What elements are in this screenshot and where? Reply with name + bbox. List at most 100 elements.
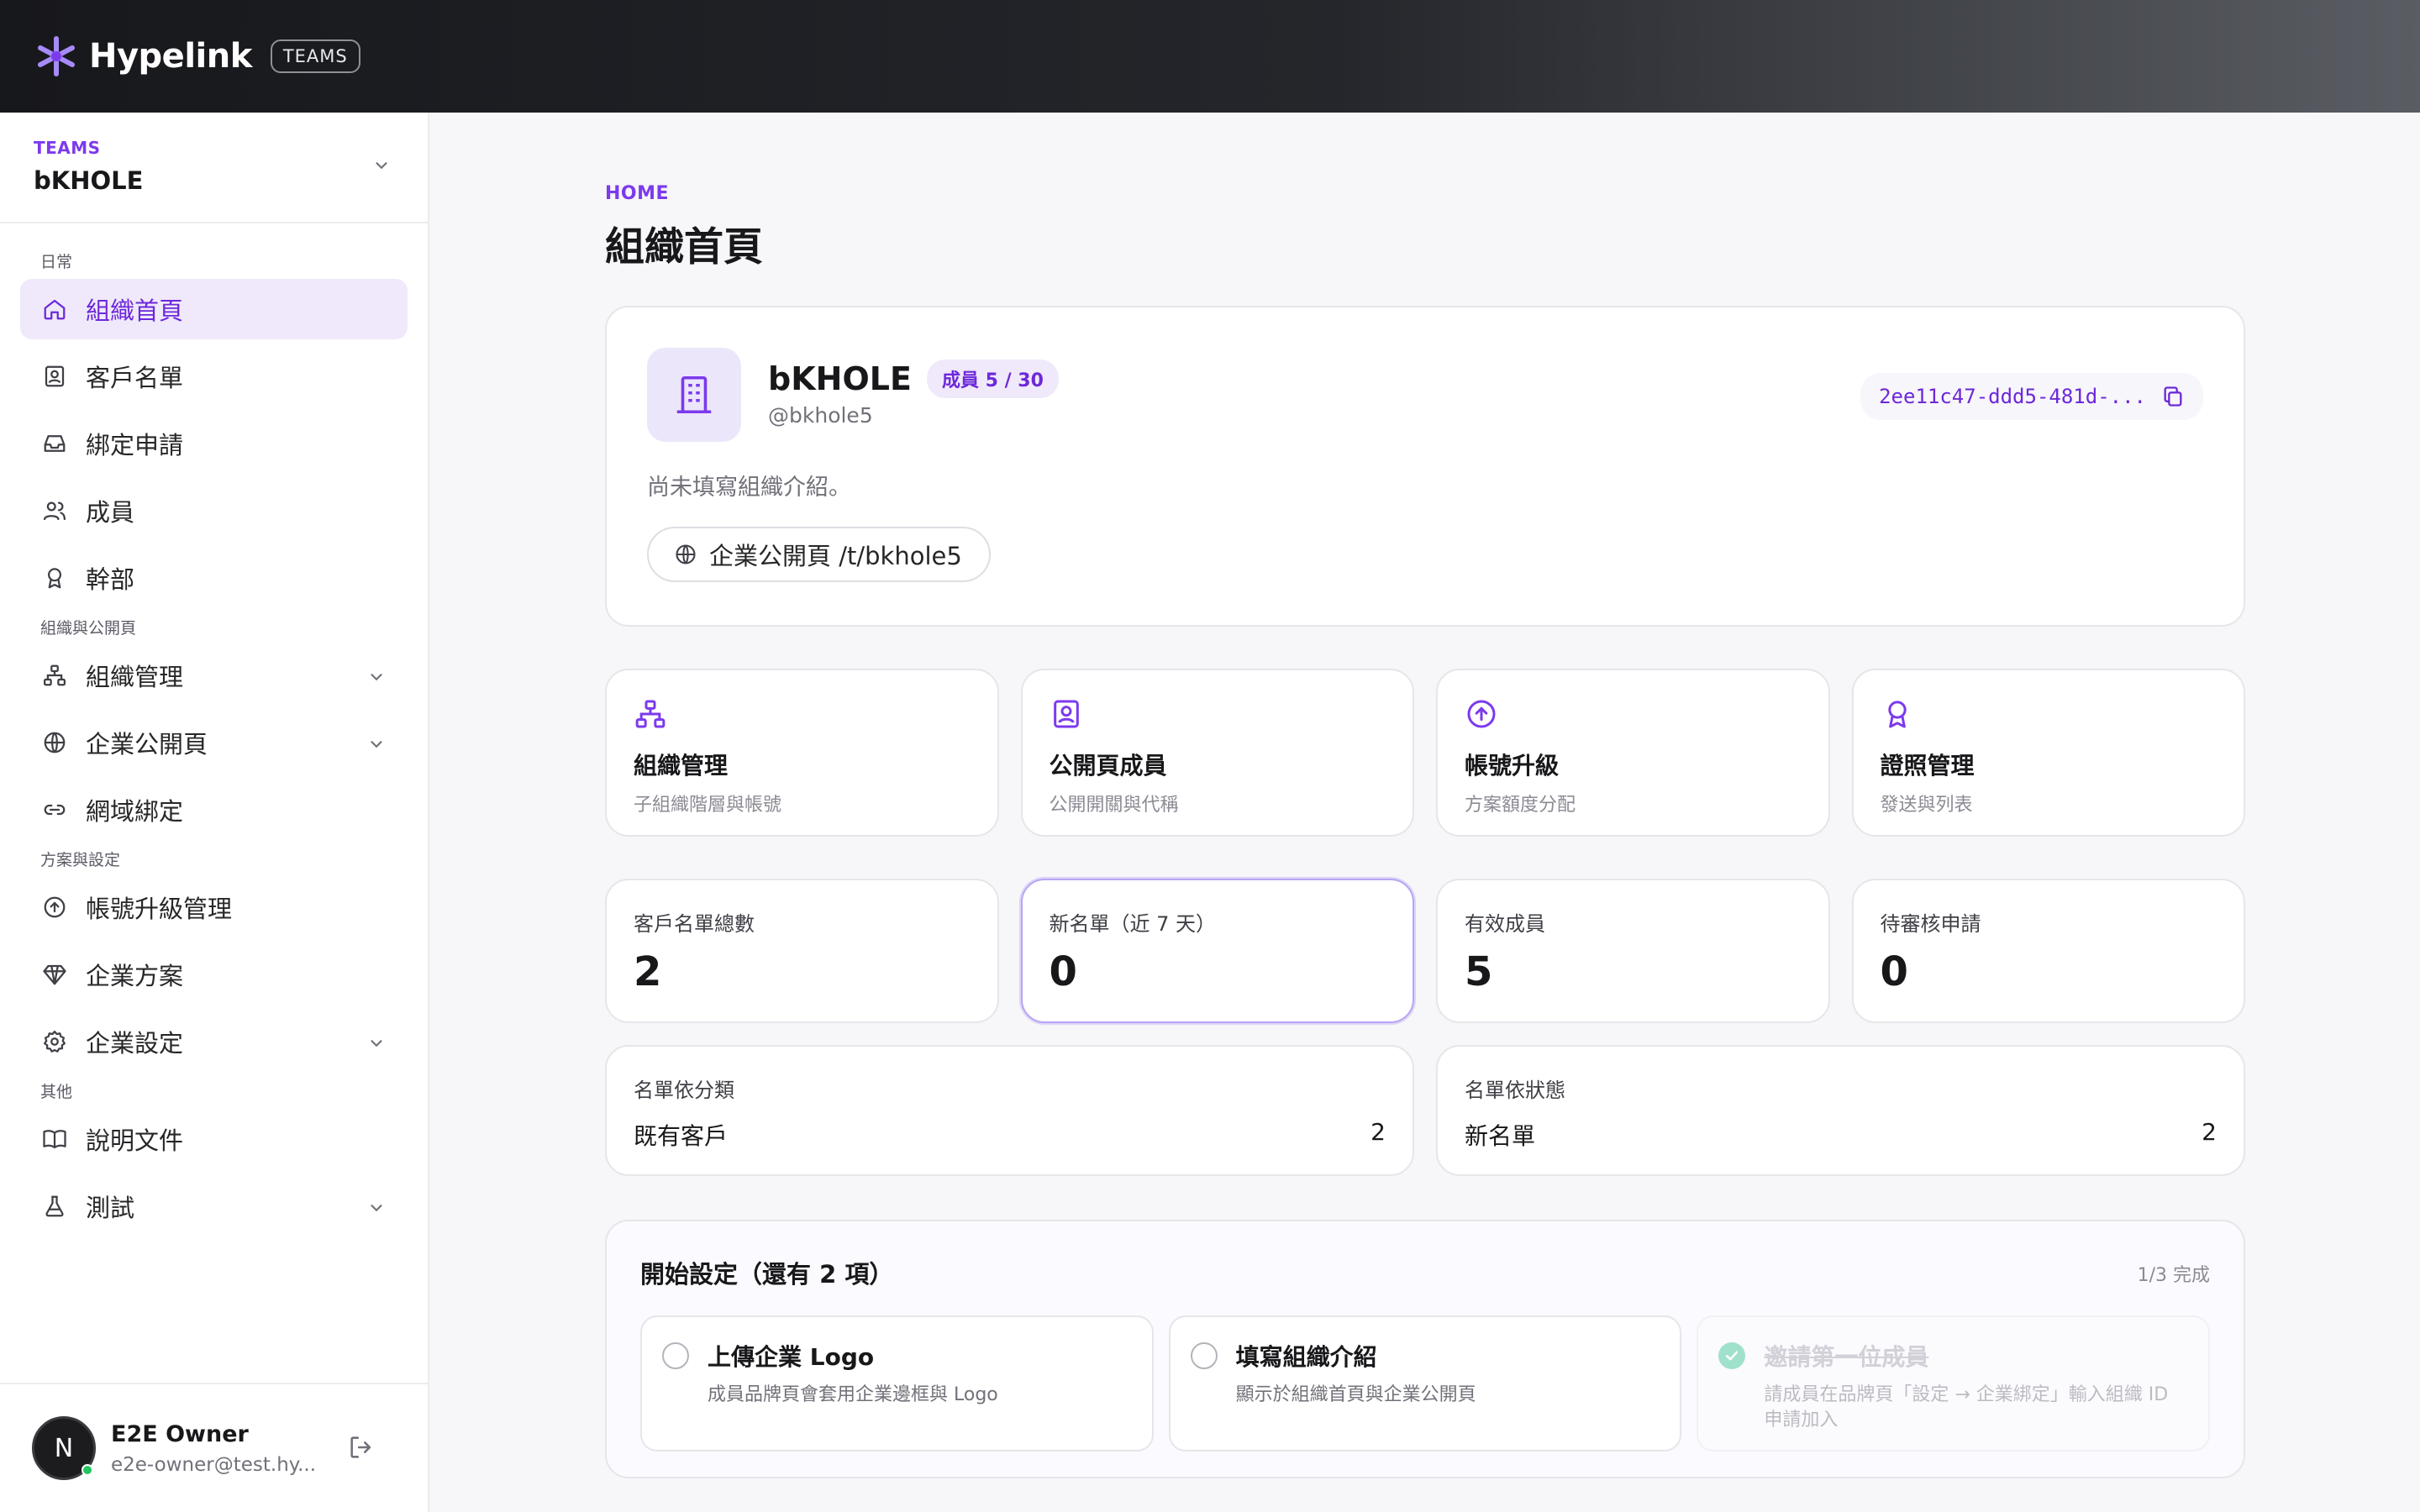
breakdown-value: 2	[1370, 1118, 1386, 1146]
public-page-link-label: 企業公開頁 /t/bkhole5	[709, 542, 962, 570]
sidebar-item-label: 組織首頁	[86, 297, 184, 325]
stat-card-total-clients[interactable]: 客戶名單總數 2	[605, 879, 999, 1023]
breakdown-label: 名單依分類	[634, 1079, 734, 1102]
award-icon	[1881, 701, 1914, 734]
main-content: HOME 組織首頁 bKHOLE 成員 5 / 30 @bkhole5 2ee1…	[605, 113, 2245, 1478]
stat-card-pending-requests[interactable]: 待審核申請 0	[1851, 879, 2245, 1023]
breadcrumb[interactable]: HOME	[605, 183, 2245, 204]
setup-task-upload-logo[interactable]: 上傳企業 Logo 成員品牌頁會套用企業邊框與 Logo	[640, 1315, 1154, 1452]
quick-link-org-management[interactable]: 組織管理 子組織階層與帳號	[605, 669, 999, 837]
setup-task-org-intro[interactable]: 填寫組織介紹 顯示於組織首頁與企業公開頁	[1168, 1315, 1682, 1452]
sidebar-item-public-page[interactable]: 企業公開頁	[20, 712, 408, 773]
setup-checklist: 開始設定（還有 2 項） 1/3 完成 上傳企業 Logo 成員品牌頁會套用企業…	[605, 1220, 2245, 1478]
top-bar: Hypelink TEAMS	[0, 0, 2420, 113]
logout-icon[interactable]	[347, 1433, 376, 1465]
sidebar-item-label: 企業方案	[86, 962, 184, 990]
team-name: bKHOLE	[34, 166, 144, 195]
hypelink-logo-icon[interactable]	[32, 32, 81, 81]
sidebar-item-testing[interactable]: 測試	[20, 1176, 408, 1236]
avatar[interactable]: N	[32, 1416, 96, 1480]
chevron-down-icon[interactable]	[372, 156, 391, 178]
building-icon	[647, 348, 741, 442]
org-id-chip[interactable]: 2ee11c47-ddd5-481d-...	[1860, 373, 2203, 420]
public-page-link-button[interactable]: 企業公開頁 /t/bkhole5	[647, 527, 991, 582]
quick-link-certificates[interactable]: 證照管理 發送與列表	[1851, 669, 2245, 837]
sidebar-item-label: 客戶名單	[86, 364, 184, 392]
sidebar-item-label: 企業設定	[86, 1029, 184, 1058]
sidebar-item-label: 帳號升級管理	[86, 895, 233, 923]
sidebar-item-binding-requests[interactable]: 綁定申請	[20, 413, 408, 474]
task-radio[interactable]	[662, 1342, 689, 1369]
sidebar-item-org-management[interactable]: 組織管理	[20, 645, 408, 706]
stat-label: 待審核申請	[1880, 912, 1981, 936]
check-circle-icon	[1718, 1342, 1746, 1369]
org-chart-icon	[634, 700, 667, 734]
setup-title: 開始設定（還有 2 項）	[640, 1260, 894, 1289]
stat-card-active-members[interactable]: 有效成員 5	[1436, 879, 1830, 1023]
sidebar-item-label: 網域綁定	[86, 797, 184, 826]
stat-label: 客戶名單總數	[634, 912, 755, 936]
diamond-icon	[40, 960, 69, 989]
org-id-text: 2ee11c47-ddd5-481d-...	[1879, 385, 2146, 408]
teams-badge: TEAMS	[270, 39, 360, 73]
sidebar-item-label: 綁定申請	[86, 431, 184, 459]
inbox-icon	[40, 429, 69, 458]
sidebar-item-enterprise-plan[interactable]: 企業方案	[20, 944, 408, 1005]
stat-label: 新名單（近 7 天）	[1049, 912, 1217, 936]
contact-card-icon	[40, 362, 69, 391]
brand-name[interactable]: Hypelink	[89, 37, 252, 76]
user-email: e2e-owner@test.hy...	[111, 1453, 317, 1476]
flask-icon	[40, 1192, 69, 1221]
member-count-badge: 成員 5 / 30	[926, 360, 1059, 398]
section-label-other: 其他	[40, 1083, 73, 1101]
quick-link-subtitle: 公開開關與代稱	[1049, 795, 1179, 816]
sidebar-item-members[interactable]: 成員	[20, 480, 408, 541]
user-profile[interactable]: N E2E Owner e2e-owner@test.hy...	[0, 1383, 428, 1512]
stat-value: 0	[1880, 948, 1908, 995]
org-handle: @bkhole5	[768, 403, 873, 428]
chevron-down-icon[interactable]	[367, 731, 386, 759]
gear-icon	[40, 1027, 69, 1056]
stat-value: 0	[1049, 948, 1077, 995]
chevron-down-icon[interactable]	[367, 1030, 386, 1058]
award-icon	[40, 564, 69, 592]
sidebar-item-label: 測試	[86, 1194, 135, 1222]
quick-links: 組織管理 子組織階層與帳號 公開頁成員 公開開關與代稱 帳號升級 方案額度分配 …	[605, 669, 2245, 837]
section-label-org-public: 組織與公開頁	[40, 619, 137, 638]
sidebar-item-label: 幹部	[86, 565, 135, 594]
team-switcher-label: TEAMS	[34, 138, 101, 158]
page-title: 組織首頁	[605, 224, 763, 270]
sidebar-item-org-home[interactable]: 組織首頁	[20, 279, 408, 339]
chevron-down-icon[interactable]	[367, 1194, 386, 1223]
sidebar-item-account-upgrade[interactable]: 帳號升級管理	[20, 877, 408, 937]
sidebar-item-domain-binding[interactable]: 網域綁定	[20, 780, 408, 840]
quick-link-public-members[interactable]: 公開頁成員 公開開關與代稱	[1020, 669, 1414, 837]
avatar-initial: N	[54, 1433, 74, 1463]
setup-task-invite-member: 邀請第一位成員 請成員在品牌頁「設定 → 企業綁定」輸入組織 ID 申請加入	[1697, 1315, 2211, 1452]
task-description: 顯示於組織首頁與企業公開頁	[1235, 1384, 1476, 1405]
quick-link-account-upgrade[interactable]: 帳號升級 方案額度分配	[1436, 669, 1830, 837]
section-label-plans-settings: 方案與設定	[40, 851, 121, 869]
quick-link-subtitle: 子組織階層與帳號	[634, 795, 782, 816]
chevron-down-icon[interactable]	[367, 664, 386, 692]
org-name: bKHOLE	[768, 360, 912, 397]
stat-card-new-clients[interactable]: 新名單（近 7 天） 0	[1020, 879, 1414, 1023]
team-switcher[interactable]: TEAMS bKHOLE	[0, 113, 428, 223]
copy-icon[interactable]	[2161, 385, 2185, 408]
section-label-daily: 日常	[40, 253, 73, 271]
task-title: 邀請第一位成員	[1764, 1343, 1929, 1371]
sidebar-item-clients[interactable]: 客戶名單	[20, 346, 408, 407]
sidebar-item-label: 組織管理	[86, 663, 184, 691]
sidebar-item-officers[interactable]: 幹部	[20, 548, 408, 608]
quick-link-title: 組織管理	[634, 752, 729, 780]
org-chart-icon	[40, 661, 69, 690]
breakdown-label: 名單依狀態	[1465, 1079, 1565, 1102]
sidebar-item-enterprise-settings[interactable]: 企業設定	[20, 1011, 408, 1072]
breakdown-value: 2	[2202, 1118, 2217, 1146]
online-status-dot	[82, 1464, 93, 1476]
task-title: 填寫組織介紹	[1235, 1343, 1377, 1371]
quick-link-title: 帳號升級	[1465, 752, 1560, 780]
task-description: 請成員在品牌頁「設定 → 企業綁定」輸入組織 ID 申請加入	[1764, 1384, 2169, 1431]
sidebar-item-docs[interactable]: 說明文件	[20, 1109, 408, 1169]
task-radio[interactable]	[1190, 1342, 1218, 1369]
